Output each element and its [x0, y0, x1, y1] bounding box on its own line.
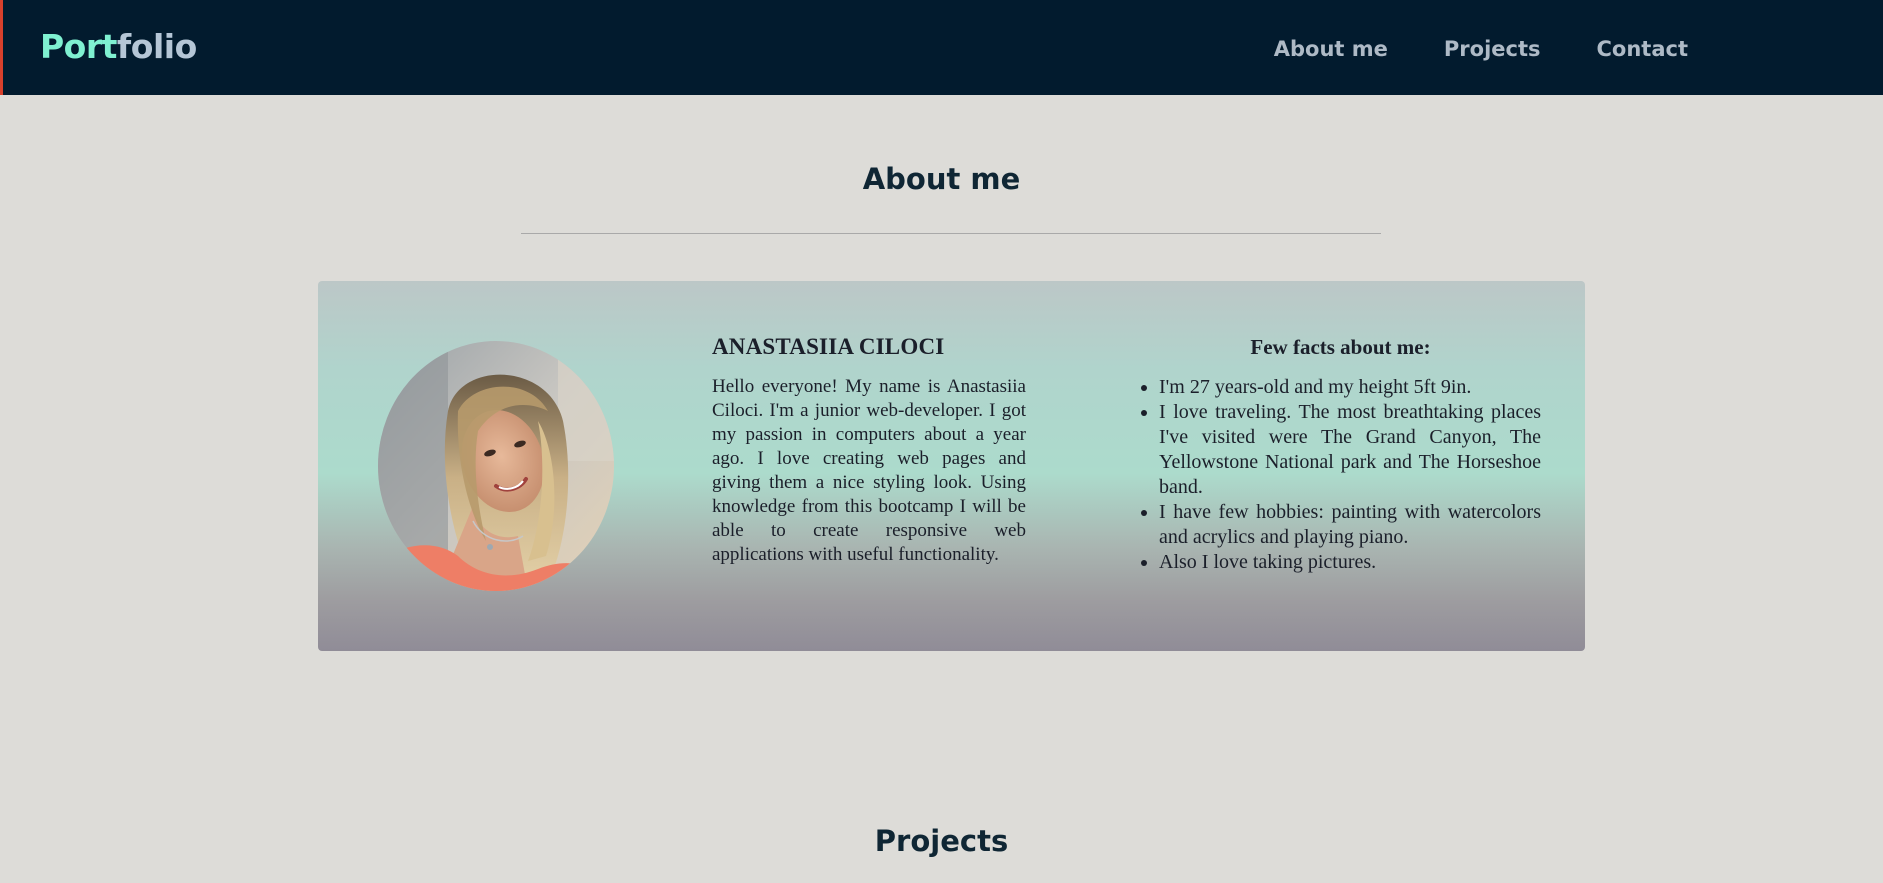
logo-part-port: Port — [40, 27, 117, 66]
about-card: ANASTASIIA CILOCI Hello everyone! My nam… — [318, 281, 1585, 651]
nav-link-about-me[interactable]: About me — [1274, 36, 1388, 62]
projects-section-title: Projects — [874, 824, 1009, 858]
profile-name: ANASTASIIA CILOCI — [712, 334, 945, 359]
facts-title: Few facts about me: — [1250, 335, 1431, 359]
logo-part-folio: folio — [116, 27, 197, 66]
profile-photo-icon — [378, 341, 614, 591]
list-item: I love traveling. The most breathtaking … — [1159, 400, 1541, 500]
section-divider — [521, 233, 1381, 234]
facts-list: I'm 27 years-old and my height 5ft 9in. … — [1140, 375, 1541, 575]
list-item: Also I love taking pictures. — [1159, 550, 1541, 575]
nav-links: About me Projects Contact — [1274, 36, 1688, 62]
nav-link-projects[interactable]: Projects — [1444, 36, 1541, 62]
profile-photo — [378, 341, 614, 591]
logo[interactable]: Portfolio — [40, 27, 197, 67]
navbar: Portfolio About me Projects Contact — [0, 0, 1883, 95]
bio-block: ANASTASIIA CILOCI Hello everyone! My nam… — [712, 333, 1026, 567]
list-item: I have few hobbies: painting with waterc… — [1159, 500, 1541, 550]
facts-block: Few facts about me: I'm 27 years-old and… — [1140, 333, 1541, 575]
list-item: I'm 27 years-old and my height 5ft 9in. — [1159, 375, 1541, 400]
about-section-title: About me — [862, 162, 1021, 196]
nav-link-contact[interactable]: Contact — [1597, 36, 1689, 62]
profile-bio: Hello everyone! My name is Anastasiia Ci… — [712, 376, 1026, 565]
nav-edge-accent — [0, 0, 3, 95]
